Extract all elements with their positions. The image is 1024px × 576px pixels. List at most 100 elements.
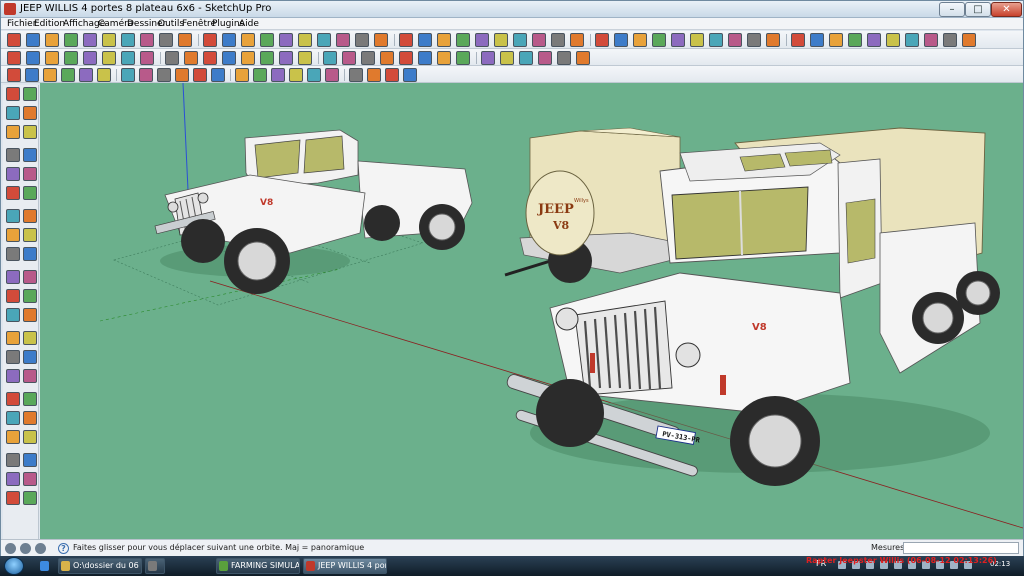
fog-icon[interactable] [905, 33, 919, 47]
circle-icon[interactable] [83, 33, 97, 47]
push-pull-icon[interactable] [23, 186, 37, 200]
eraser-icon[interactable] [26, 33, 40, 47]
arc-icon[interactable] [102, 33, 116, 47]
round-corner-icon[interactable] [121, 51, 135, 65]
outer-shell-icon[interactable] [399, 51, 413, 65]
close-button[interactable]: ✕ [991, 2, 1022, 17]
taskbar-item-explorer[interactable]: O:\dossier du 06 04 2... [58, 558, 142, 574]
stamp-icon[interactable] [222, 51, 236, 65]
walk-icon[interactable] [23, 369, 37, 383]
text-icon[interactable] [23, 270, 37, 284]
drape-icon[interactable] [241, 51, 255, 65]
help-icon[interactable]: ? [58, 543, 69, 554]
joint-push-pull-icon[interactable] [102, 51, 116, 65]
title-bar[interactable]: JEEP WILLIS 4 portes 8 plateau 6x6 - Ske… [1, 1, 1023, 18]
rafter-tool-icon[interactable] [349, 68, 363, 82]
make-component-icon[interactable] [23, 87, 37, 101]
minimize-button[interactable]: – [939, 2, 965, 17]
select-icon[interactable] [7, 33, 21, 47]
look-around-icon[interactable] [595, 33, 609, 47]
curve-icon[interactable] [26, 51, 40, 65]
section-plane-icon[interactable] [23, 392, 37, 406]
menu-outils[interactable]: Outils [158, 18, 184, 30]
bezier-icon[interactable] [45, 51, 59, 65]
position-camera-icon[interactable] [551, 33, 565, 47]
freehand-icon[interactable] [140, 33, 154, 47]
back-view-icon[interactable] [709, 33, 723, 47]
protractor-icon[interactable] [6, 270, 20, 284]
solid-union-icon[interactable] [298, 51, 312, 65]
eraser-icon[interactable] [23, 106, 37, 120]
shadows-icon[interactable] [886, 33, 900, 47]
sandbox-smoove-icon[interactable] [6, 430, 20, 444]
protractor-icon[interactable] [336, 33, 350, 47]
text-icon[interactable] [355, 33, 369, 47]
pan-icon[interactable] [437, 33, 451, 47]
previous-view-icon[interactable] [23, 350, 37, 364]
cleanup-icon[interactable] [97, 68, 111, 82]
zoom-icon[interactable] [6, 331, 20, 345]
warehouse-icon[interactable] [23, 491, 37, 505]
menu-aide[interactable]: Aide [239, 18, 259, 30]
slab-tool-icon[interactable] [385, 68, 399, 82]
photo-match-icon[interactable] [538, 51, 552, 65]
zoom-extents-icon[interactable] [494, 33, 508, 47]
spline-icon[interactable] [64, 51, 78, 65]
smoove-icon[interactable] [203, 51, 217, 65]
position-camera-icon[interactable] [6, 369, 20, 383]
solid-subtract-icon[interactable] [342, 51, 356, 65]
floor-tool-icon[interactable] [253, 68, 267, 82]
maximize-button[interactable]: □ [965, 2, 991, 17]
solid-intersect-icon[interactable] [323, 51, 337, 65]
sandbox-add-detail-icon[interactable] [23, 453, 37, 467]
iso-view-icon[interactable] [633, 33, 647, 47]
solid-trim-icon[interactable] [361, 51, 375, 65]
sandbox-from-contours-icon[interactable] [165, 51, 179, 65]
follow-me-icon[interactable] [241, 33, 255, 47]
axes-icon[interactable] [374, 33, 388, 47]
taskbar-item-farming-simulator[interactable]: FARMING SIMULAT... [216, 558, 300, 574]
weld-icon[interactable] [43, 68, 57, 82]
taskbar-item-media[interactable] [145, 558, 165, 574]
front-view-icon[interactable] [671, 33, 685, 47]
menu-fichier[interactable]: Fichier [7, 18, 36, 30]
fredo-scale-icon[interactable] [140, 51, 154, 65]
move-icon[interactable] [6, 186, 20, 200]
top-view-icon[interactable] [652, 33, 666, 47]
layers-icon[interactable] [962, 33, 976, 47]
measurements-input[interactable] [903, 542, 1019, 554]
select-icon[interactable] [6, 87, 20, 101]
zoom-icon[interactable] [456, 33, 470, 47]
xray-icon[interactable] [766, 33, 780, 47]
dynamic-component-icon[interactable] [481, 51, 495, 65]
previous-view-icon[interactable] [513, 33, 527, 47]
frame-tool-icon[interactable] [193, 68, 207, 82]
joist-tool-icon[interactable] [325, 68, 339, 82]
stair-tool-icon[interactable] [175, 68, 189, 82]
materials-icon[interactable] [943, 33, 957, 47]
window-tool-icon[interactable] [139, 68, 153, 82]
menu-edition[interactable]: Edition [34, 18, 65, 30]
arc-icon[interactable] [23, 148, 37, 162]
wall-tool-icon[interactable] [235, 68, 249, 82]
extension-warehouse-icon[interactable] [437, 51, 451, 65]
follow-me-icon[interactable] [23, 209, 37, 223]
orbit-icon[interactable] [418, 33, 432, 47]
scale-icon[interactable] [6, 228, 20, 242]
monochrome-icon[interactable] [867, 33, 881, 47]
taskbar-item-sketchup[interactable]: JEEP WILLIS 4 portes ... [303, 558, 387, 574]
right-view-icon[interactable] [690, 33, 704, 47]
start-button[interactable] [4, 557, 24, 575]
rotate-icon[interactable] [222, 33, 236, 47]
bottom-view-icon[interactable] [747, 33, 761, 47]
3d-viewport[interactable]: V8 JEEP V8 Willys PV-313-PR V8 [40, 83, 1023, 539]
walk-icon[interactable] [570, 33, 584, 47]
paint-bucket-icon[interactable] [45, 33, 59, 47]
shaded-texture-icon[interactable] [848, 33, 862, 47]
warehouse-icon[interactable] [418, 51, 432, 65]
component-attributes-icon[interactable] [519, 51, 533, 65]
rotate-icon[interactable] [6, 209, 20, 223]
move-icon[interactable] [178, 33, 192, 47]
jeep-pickup-small[interactable]: V8 [154, 129, 473, 294]
grid-tool-icon[interactable] [403, 68, 417, 82]
